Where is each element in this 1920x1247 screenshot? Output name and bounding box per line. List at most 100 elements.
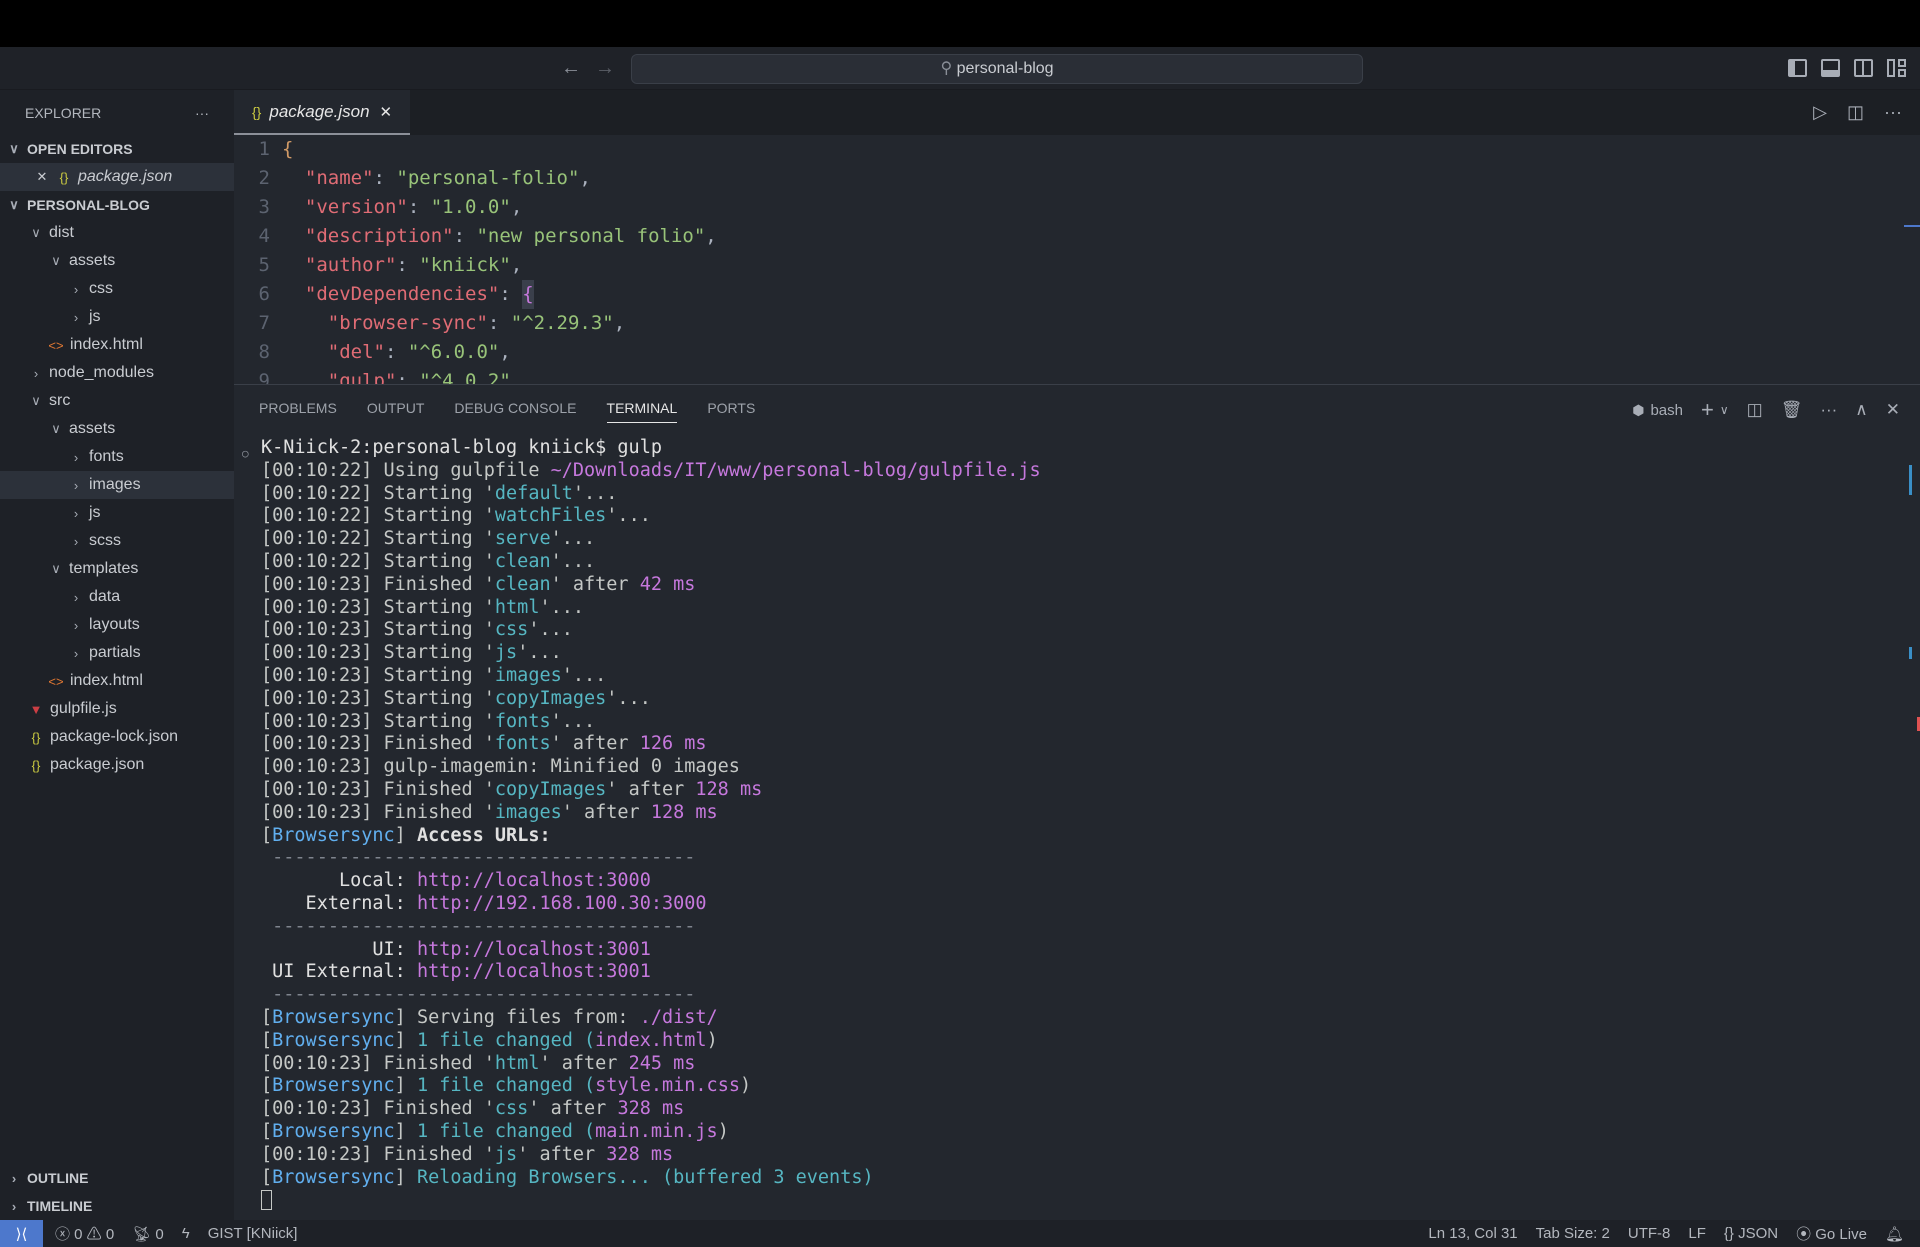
more-actions-icon[interactable]: ··· <box>1884 102 1902 123</box>
tab-output[interactable]: OUTPUT <box>367 400 425 416</box>
close-tab-icon[interactable]: ✕ <box>380 103 393 121</box>
terminal-text: [00:10:23] Starting ' <box>261 710 495 732</box>
code-line: 2 "name": "personal-folio", <box>234 164 1920 193</box>
open-editors-section[interactable]: ∨ OPEN EDITORS <box>0 135 234 163</box>
editor-area: {} package.json ✕ ▷ ◫ ··· 1{2 "name": "p… <box>234 90 1920 1220</box>
tree-folder[interactable]: › js <box>0 499 234 527</box>
chevron-down-icon: ∨ <box>51 253 61 268</box>
code-line: 8 "del": "^6.0.0", <box>234 338 1920 367</box>
tree-folder[interactable]: › images <box>0 471 234 499</box>
tree-file[interactable]: <> index.html <box>0 667 234 695</box>
terminal-text: [ <box>261 1120 273 1142</box>
close-panel-icon[interactable]: ✕ <box>1886 400 1900 420</box>
html-file-icon: <> <box>48 337 64 353</box>
project-section[interactable]: ∨ PERSONAL-BLOG <box>0 191 234 219</box>
encoding[interactable]: UTF-8 <box>1628 1225 1671 1242</box>
end-of-line[interactable]: LF <box>1688 1225 1706 1242</box>
terminal-line: [00:10:23] Starting 'js'... <box>234 642 1894 665</box>
cursor-position[interactable]: Ln 13, Col 31 <box>1428 1225 1517 1242</box>
bottom-panel: PROBLEMS OUTPUT DEBUG CONSOLE TERMINAL PORTS… <box>234 384 1920 1220</box>
chevron-down-icon[interactable]: ∨ <box>1720 403 1729 417</box>
language-mode[interactable]: {} JSON <box>1724 1225 1778 1242</box>
notifications-bell-icon[interactable]: 🔔︎ <box>1885 1225 1904 1243</box>
toggle-panel-icon[interactable] <box>1821 59 1840 77</box>
line-number: 4 <box>258 225 270 247</box>
terminal-text: html <box>494 1052 540 1074</box>
tab-ports[interactable]: PORTS <box>707 400 755 416</box>
code-token: , <box>579 167 591 189</box>
toggle-primary-sidebar-icon[interactable] <box>1788 59 1807 77</box>
maximize-panel-icon[interactable]: ∧ <box>1855 400 1867 420</box>
outline-section[interactable]: › OUTLINE <box>0 1164 234 1192</box>
tree-file[interactable]: ▼ gulpfile.js <box>0 695 234 723</box>
new-terminal-icon[interactable]: + <box>1701 397 1714 423</box>
ports-status[interactable]: 📡︎ 0 <box>132 1225 164 1243</box>
code-token: "author" <box>282 254 397 276</box>
code-token: "new personal folio" <box>476 225 706 247</box>
more-actions-icon[interactable]: ··· <box>1820 400 1837 420</box>
terminal-line: [00:10:23] Finished 'images' after 128 m… <box>234 802 1894 825</box>
terminal-text: 128 ms <box>650 801 718 823</box>
terminal-text: ] <box>394 1120 417 1142</box>
tab-problems[interactable]: PROBLEMS <box>259 400 337 416</box>
terminal-text: http://192.168.100.30:3000 <box>416 892 707 914</box>
open-editor-item[interactable]: ✕ {} package.json <box>0 163 234 191</box>
code-token: "description" <box>282 225 454 247</box>
command-center-search[interactable]: ⚲ personal-blog <box>631 54 1363 84</box>
tab-package-json[interactable]: {} package.json ✕ <box>234 90 410 135</box>
tree-file[interactable]: <> index.html <box>0 331 234 359</box>
tree-file[interactable]: {} package-lock.json <box>0 723 234 751</box>
terminal-text: style.min.css <box>595 1075 740 1097</box>
customize-layout-icon[interactable] <box>1887 59 1906 77</box>
forward-arrow-icon[interactable]: → <box>595 57 615 80</box>
split-editor-icon[interactable]: ◫ <box>1847 102 1864 123</box>
tree-item-label: templates <box>69 560 139 577</box>
run-icon[interactable]: ▷ <box>1813 102 1827 123</box>
toggle-secondary-sidebar-icon[interactable] <box>1854 59 1873 77</box>
gist-status[interactable]: GIST [KNiick] <box>208 1225 298 1242</box>
remote-icon[interactable]: ⟩⟨ <box>0 1220 43 1247</box>
terminal-output[interactable]: ○ K-Niick-2:personal-blog kniick$ gulp [0… <box>234 437 1894 1212</box>
tree-folder[interactable]: › data <box>0 583 234 611</box>
code-token: : <box>373 167 397 189</box>
tree-folder[interactable]: › scss <box>0 527 234 555</box>
status-bar: ⟩⟨ ⓧ 0 ⚠ 0 📡︎ 0 ϟ GIST [KNiick] Ln 13, C… <box>0 1220 1920 1247</box>
go-live-button[interactable]: ⦿ Go Live <box>1796 1223 1867 1244</box>
problems-status[interactable]: ⓧ 0 ⚠ 0 <box>55 1223 114 1244</box>
tree-folder[interactable]: ∨ assets <box>0 247 234 275</box>
explorer-more-icon[interactable]: ··· <box>195 105 209 121</box>
tree-file[interactable]: {} package.json <box>0 751 234 779</box>
timeline-label: TIMELINE <box>27 1198 93 1214</box>
tree-folder[interactable]: ∨ templates <box>0 555 234 583</box>
terminal-shell-label[interactable]: bash <box>1650 402 1683 419</box>
split-terminal-icon[interactable]: ◫ <box>1747 400 1763 420</box>
terminal-text: [00:10:23] gulp-imagemin: Minified 0 ima… <box>261 756 740 778</box>
tree-folder[interactable]: › partials <box>0 639 234 667</box>
terminal-text: '... <box>561 664 607 686</box>
tree-folder[interactable]: › js <box>0 303 234 331</box>
terminal-line: [00:10:22] Using gulpfile ~/Downloads/IT… <box>234 460 1894 483</box>
timeline-section[interactable]: › TIMELINE <box>0 1192 234 1220</box>
tab-debug-console[interactable]: DEBUG CONSOLE <box>454 400 576 416</box>
close-icon[interactable]: ✕ <box>34 169 50 185</box>
chevron-right-icon: › <box>73 617 79 633</box>
back-arrow-icon[interactable]: ← <box>561 57 581 80</box>
terminal-text: images <box>494 664 562 686</box>
code-editor[interactable]: 1{2 "name": "personal-folio", 3 "version"… <box>234 135 1920 384</box>
tree-folder[interactable]: ∨ dist <box>0 219 234 247</box>
tree-folder[interactable]: › fonts <box>0 443 234 471</box>
lightning-icon[interactable]: ϟ <box>182 1225 190 1242</box>
tree-folder[interactable]: ∨ src <box>0 387 234 415</box>
tree-folder[interactable]: › css <box>0 275 234 303</box>
terminal-text: default <box>494 482 573 504</box>
tab-size[interactable]: Tab Size: 2 <box>1536 1225 1610 1242</box>
tree-folder[interactable]: ∨ assets <box>0 415 234 443</box>
tab-terminal[interactable]: TERMINAL <box>606 400 678 423</box>
tree-folder[interactable]: › node_modules <box>0 359 234 387</box>
tree-folder[interactable]: › layouts <box>0 611 234 639</box>
terminal-text: 328 ms <box>606 1143 674 1165</box>
terminal-text: [ <box>261 1075 273 1097</box>
file-tree: ∨ dist ∨ assets › css › js <> index.html › node_mod… <box>0 219 234 779</box>
trash-icon[interactable]: 🗑 <box>1781 400 1803 420</box>
code-token: : <box>384 341 408 363</box>
